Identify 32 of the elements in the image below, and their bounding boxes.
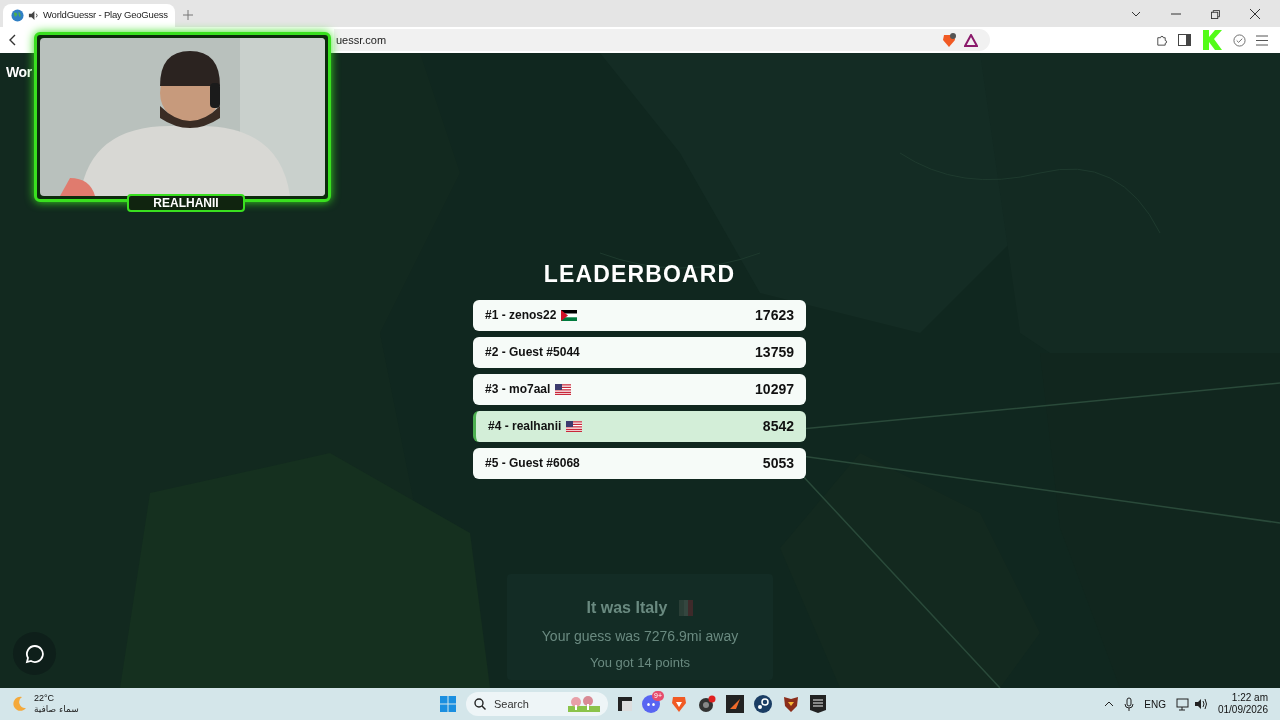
logo-text: Wor (6, 63, 32, 82)
leaderboard-title: LEADERBOARD (543, 260, 736, 289)
clock-date: 01/09/2026 (1217, 704, 1268, 716)
leaderboard-row[interactable]: #4 - realhanii 8542 (473, 410, 806, 442)
leaderboard-row[interactable]: #1 - zenos22 17623 (473, 299, 806, 331)
url-text: uessr.com (336, 32, 387, 48)
leaderboard-row[interactable]: #2 - Guest #5044 13759 (473, 336, 806, 368)
result-points: You got 14 points (590, 654, 690, 672)
player-name: #2 - Guest #5044 (485, 344, 580, 361)
tab-title: WorldGuessr - Play GeoGuess (43, 8, 168, 23)
result-headline: It was Italy (586, 598, 668, 618)
weather-temperature: 22°C (34, 693, 56, 704)
score: 5053 (762, 453, 794, 473)
score: 17623 (755, 305, 794, 325)
score: 13759 (755, 342, 794, 362)
result-distance: Your guess was 7276.9mi away (541, 627, 739, 646)
player-name: #3 - mo7aal (485, 381, 551, 398)
score: 10297 (755, 379, 794, 399)
weather-condition: سماء صافية (34, 704, 79, 715)
search-placeholder: Search (494, 696, 530, 712)
player-name: #4 - realhanii (488, 418, 562, 435)
player-name: #1 - zenos22 (485, 307, 557, 324)
webcam-name-label: REALHANII (127, 194, 245, 212)
leaderboard-row[interactable]: #3 - mo7aal 10297 (473, 373, 806, 405)
language-indicator[interactable]: ENG (1144, 696, 1166, 712)
player-name: #5 - Guest #6068 (485, 455, 580, 472)
browser-tab[interactable]: WorldGuessr - Play GeoGuess (3, 4, 175, 27)
leaderboard-row[interactable]: #5 - Guest #6068 5053 (473, 447, 806, 479)
clock-time: 1:22 am (1231, 692, 1268, 704)
score: 8542 (762, 416, 794, 436)
search-field[interactable]: Search (466, 692, 608, 716)
address-bar[interactable]: uessr.com (334, 29, 990, 51)
